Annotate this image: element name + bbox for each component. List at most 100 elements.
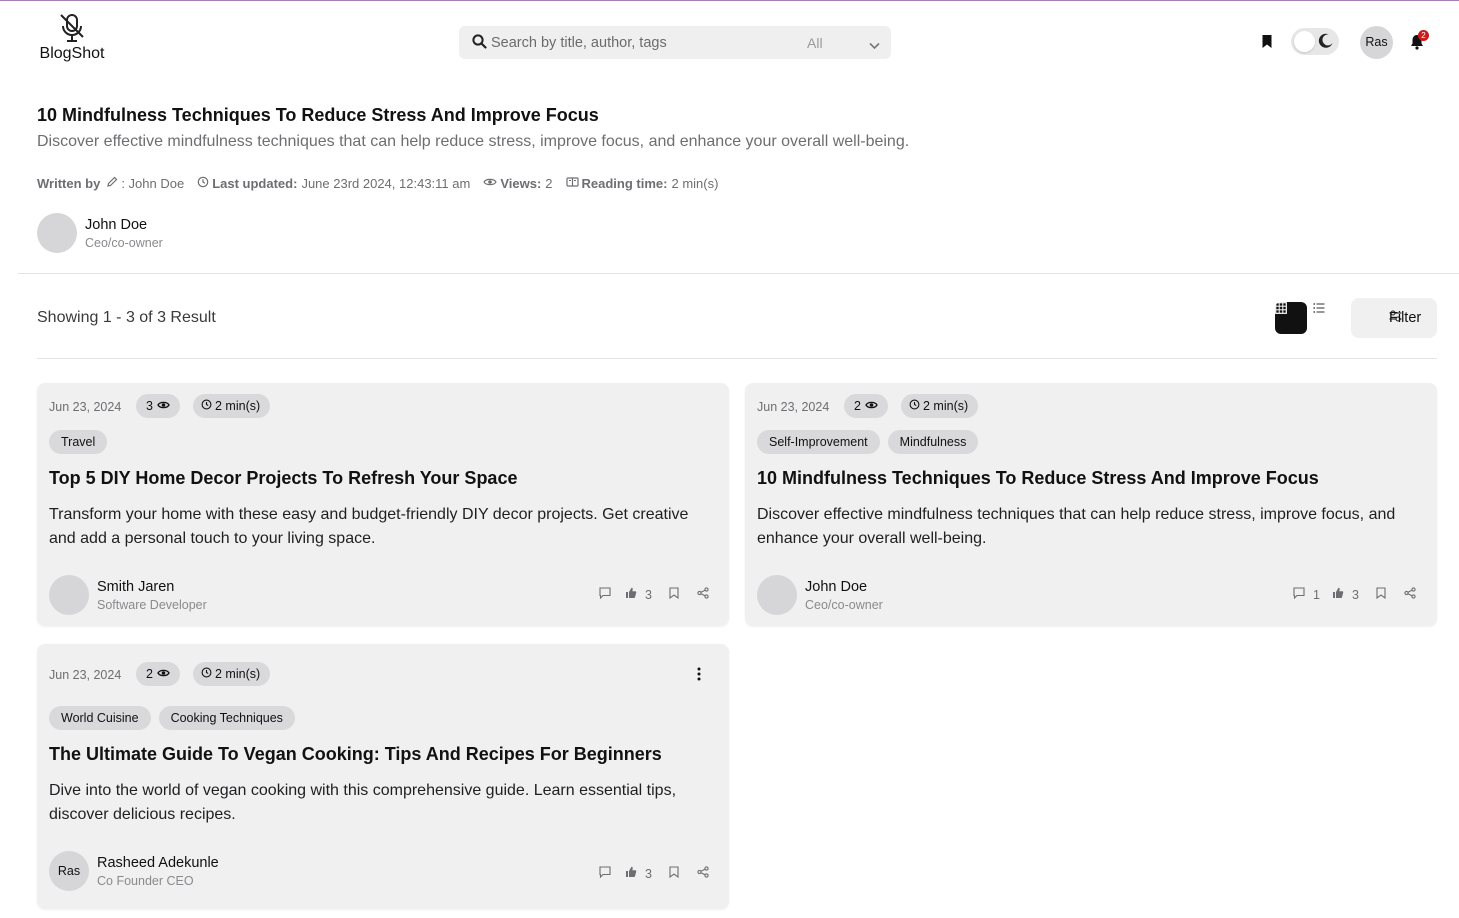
tag-list: Self-Improvement Mindfulness xyxy=(757,430,979,454)
reading-time: 2 min(s) xyxy=(923,399,969,413)
clock-icon xyxy=(909,399,920,413)
eye-icon xyxy=(157,399,170,413)
filter-label: Filter xyxy=(1389,310,1422,326)
card-title[interactable]: The Ultimate Guide To Vegan Cooking: Tip… xyxy=(49,744,662,765)
share-icon[interactable] xyxy=(697,587,709,602)
reading-time-value: 2 min(s) xyxy=(671,176,719,191)
views-pill: 2 xyxy=(844,394,888,418)
notification-badge: 2 xyxy=(1418,30,1429,41)
card-date: Jun 23, 2024 xyxy=(49,400,122,414)
author-link[interactable]: : John Doe xyxy=(121,176,184,191)
like-count: 3 xyxy=(1351,587,1359,602)
grid-view-button[interactable] xyxy=(1275,302,1307,334)
card-description: Dive into the world of vegan cooking wit… xyxy=(49,782,677,823)
views-count: 2 xyxy=(146,667,153,681)
bookmark-icon[interactable] xyxy=(1261,34,1273,54)
views-pill: 2 xyxy=(136,662,180,686)
post-card[interactable]: Jun 23, 2024 3 2 min(s) Travel Top 5 DIY… xyxy=(37,383,729,626)
book-icon xyxy=(565,176,582,191)
card-date: Jun 23, 2024 xyxy=(49,668,122,682)
tag[interactable]: World Cuisine xyxy=(49,706,151,730)
card-title[interactable]: Top 5 DIY Home Decor Projects To Refresh… xyxy=(49,468,517,489)
divider xyxy=(18,273,1459,274)
views-pill: 3 xyxy=(136,394,180,418)
bookmark-icon[interactable] xyxy=(669,866,679,881)
reading-time-pill: 2 min(s) xyxy=(193,662,271,686)
card-actions: 1 3 xyxy=(1293,587,1416,602)
microphone-off-icon xyxy=(37,13,107,43)
views-count: 2 xyxy=(854,399,861,413)
search-icon xyxy=(472,34,487,54)
clock-icon xyxy=(197,176,212,191)
reading-time-pill: 2 min(s) xyxy=(901,394,979,418)
theme-toggle[interactable] xyxy=(1291,28,1339,55)
bookmark-icon[interactable] xyxy=(669,587,679,602)
tag[interactable]: Cooking Techniques xyxy=(158,706,295,730)
like-count: 3 xyxy=(645,587,652,602)
author-name[interactable]: John Doe xyxy=(805,579,867,595)
thumbs-up-icon[interactable] xyxy=(625,587,637,602)
chevron-down-icon[interactable] xyxy=(869,37,880,55)
share-icon[interactable] xyxy=(697,866,709,881)
tag[interactable]: Travel xyxy=(49,430,108,454)
author-role: Software Developer xyxy=(97,598,207,612)
reading-time: 2 min(s) xyxy=(215,667,261,681)
results-count: Showing 1 - 3 of 3 Result xyxy=(37,309,216,326)
last-updated-label: Last updated: xyxy=(212,176,298,191)
tag[interactable]: Self-Improvement xyxy=(757,430,880,454)
user-avatar[interactable]: Ras xyxy=(1360,26,1393,59)
card-actions: 3 xyxy=(599,587,709,602)
comment-icon[interactable] xyxy=(599,587,611,602)
kebab-menu-icon[interactable] xyxy=(697,667,701,686)
reading-time: 2 min(s) xyxy=(215,399,261,413)
post-card[interactable]: Jun 23, 2024 2 2 min(s) Self-Improvement… xyxy=(745,383,1437,626)
bookmark-icon[interactable] xyxy=(1376,587,1386,602)
comment-count: 1 xyxy=(1313,587,1320,602)
clock-icon xyxy=(201,399,212,413)
post-card[interactable]: Jun 23, 2024 2 2 min(s) World Cuisine Co… xyxy=(37,644,729,909)
eye-icon xyxy=(865,399,878,413)
author-role: Co Founder CEO xyxy=(97,874,194,888)
search-input[interactable]: Search by title, author, tags xyxy=(491,35,667,51)
clock-icon xyxy=(201,667,212,681)
search-bar[interactable]: Search by title, author, tags All xyxy=(459,26,891,59)
author-name: John Doe xyxy=(85,217,148,233)
author-role: Ceo/co-owner xyxy=(805,598,883,612)
tag-list: World Cuisine Cooking Techniques xyxy=(49,706,295,730)
author-name[interactable]: Rasheed Adekunle xyxy=(97,855,219,871)
comment-icon[interactable] xyxy=(1293,587,1305,602)
like-count: 3 xyxy=(645,866,652,881)
author-name[interactable]: Smith Jaren xyxy=(97,579,174,595)
card-description: Discover effective mindfulness technique… xyxy=(757,506,1396,547)
reading-time-pill: 2 min(s) xyxy=(193,394,271,418)
share-icon[interactable] xyxy=(1404,587,1416,602)
last-updated-value: June 23rd 2024, 12:43:11 am xyxy=(301,176,471,191)
logo[interactable]: BlogShot xyxy=(37,13,107,63)
post-title: 10 Mindfulness Techniques To Reduce Stre… xyxy=(37,105,599,125)
search-category-select[interactable]: All xyxy=(807,35,823,51)
pencil-icon xyxy=(106,176,121,191)
post-meta: Written by : John Doe Last updated: June… xyxy=(37,176,718,191)
views-label: Views: xyxy=(500,176,542,191)
thumbs-up-icon[interactable] xyxy=(625,866,637,881)
card-description: Transform your home with these easy and … xyxy=(49,506,689,547)
filter-button[interactable]: Filter xyxy=(1351,298,1437,338)
comment-icon[interactable] xyxy=(599,866,611,881)
author-role: Ceo/co-owner xyxy=(85,236,163,250)
avatar xyxy=(37,213,77,253)
eye-icon xyxy=(157,667,170,681)
card-title[interactable]: 10 Mindfulness Techniques To Reduce Stre… xyxy=(757,468,1319,489)
card-date: Jun 23, 2024 xyxy=(757,400,830,414)
moon-icon xyxy=(1318,33,1334,54)
written-by-label: Written by xyxy=(37,176,101,191)
avatar: Ras xyxy=(49,851,89,891)
thumbs-up-icon[interactable] xyxy=(1332,587,1344,602)
post-description: Discover effective mindfulness technique… xyxy=(37,133,910,150)
top-navigation-bar: BlogShot Search by title, author, tags A… xyxy=(0,1,1459,81)
tag-list: Travel xyxy=(49,430,108,454)
views-value: 2 xyxy=(545,176,553,191)
toggle-knob xyxy=(1294,31,1315,52)
list-view-button[interactable] xyxy=(1313,302,1333,334)
tag[interactable]: Mindfulness xyxy=(887,430,979,454)
avatar xyxy=(49,575,89,615)
